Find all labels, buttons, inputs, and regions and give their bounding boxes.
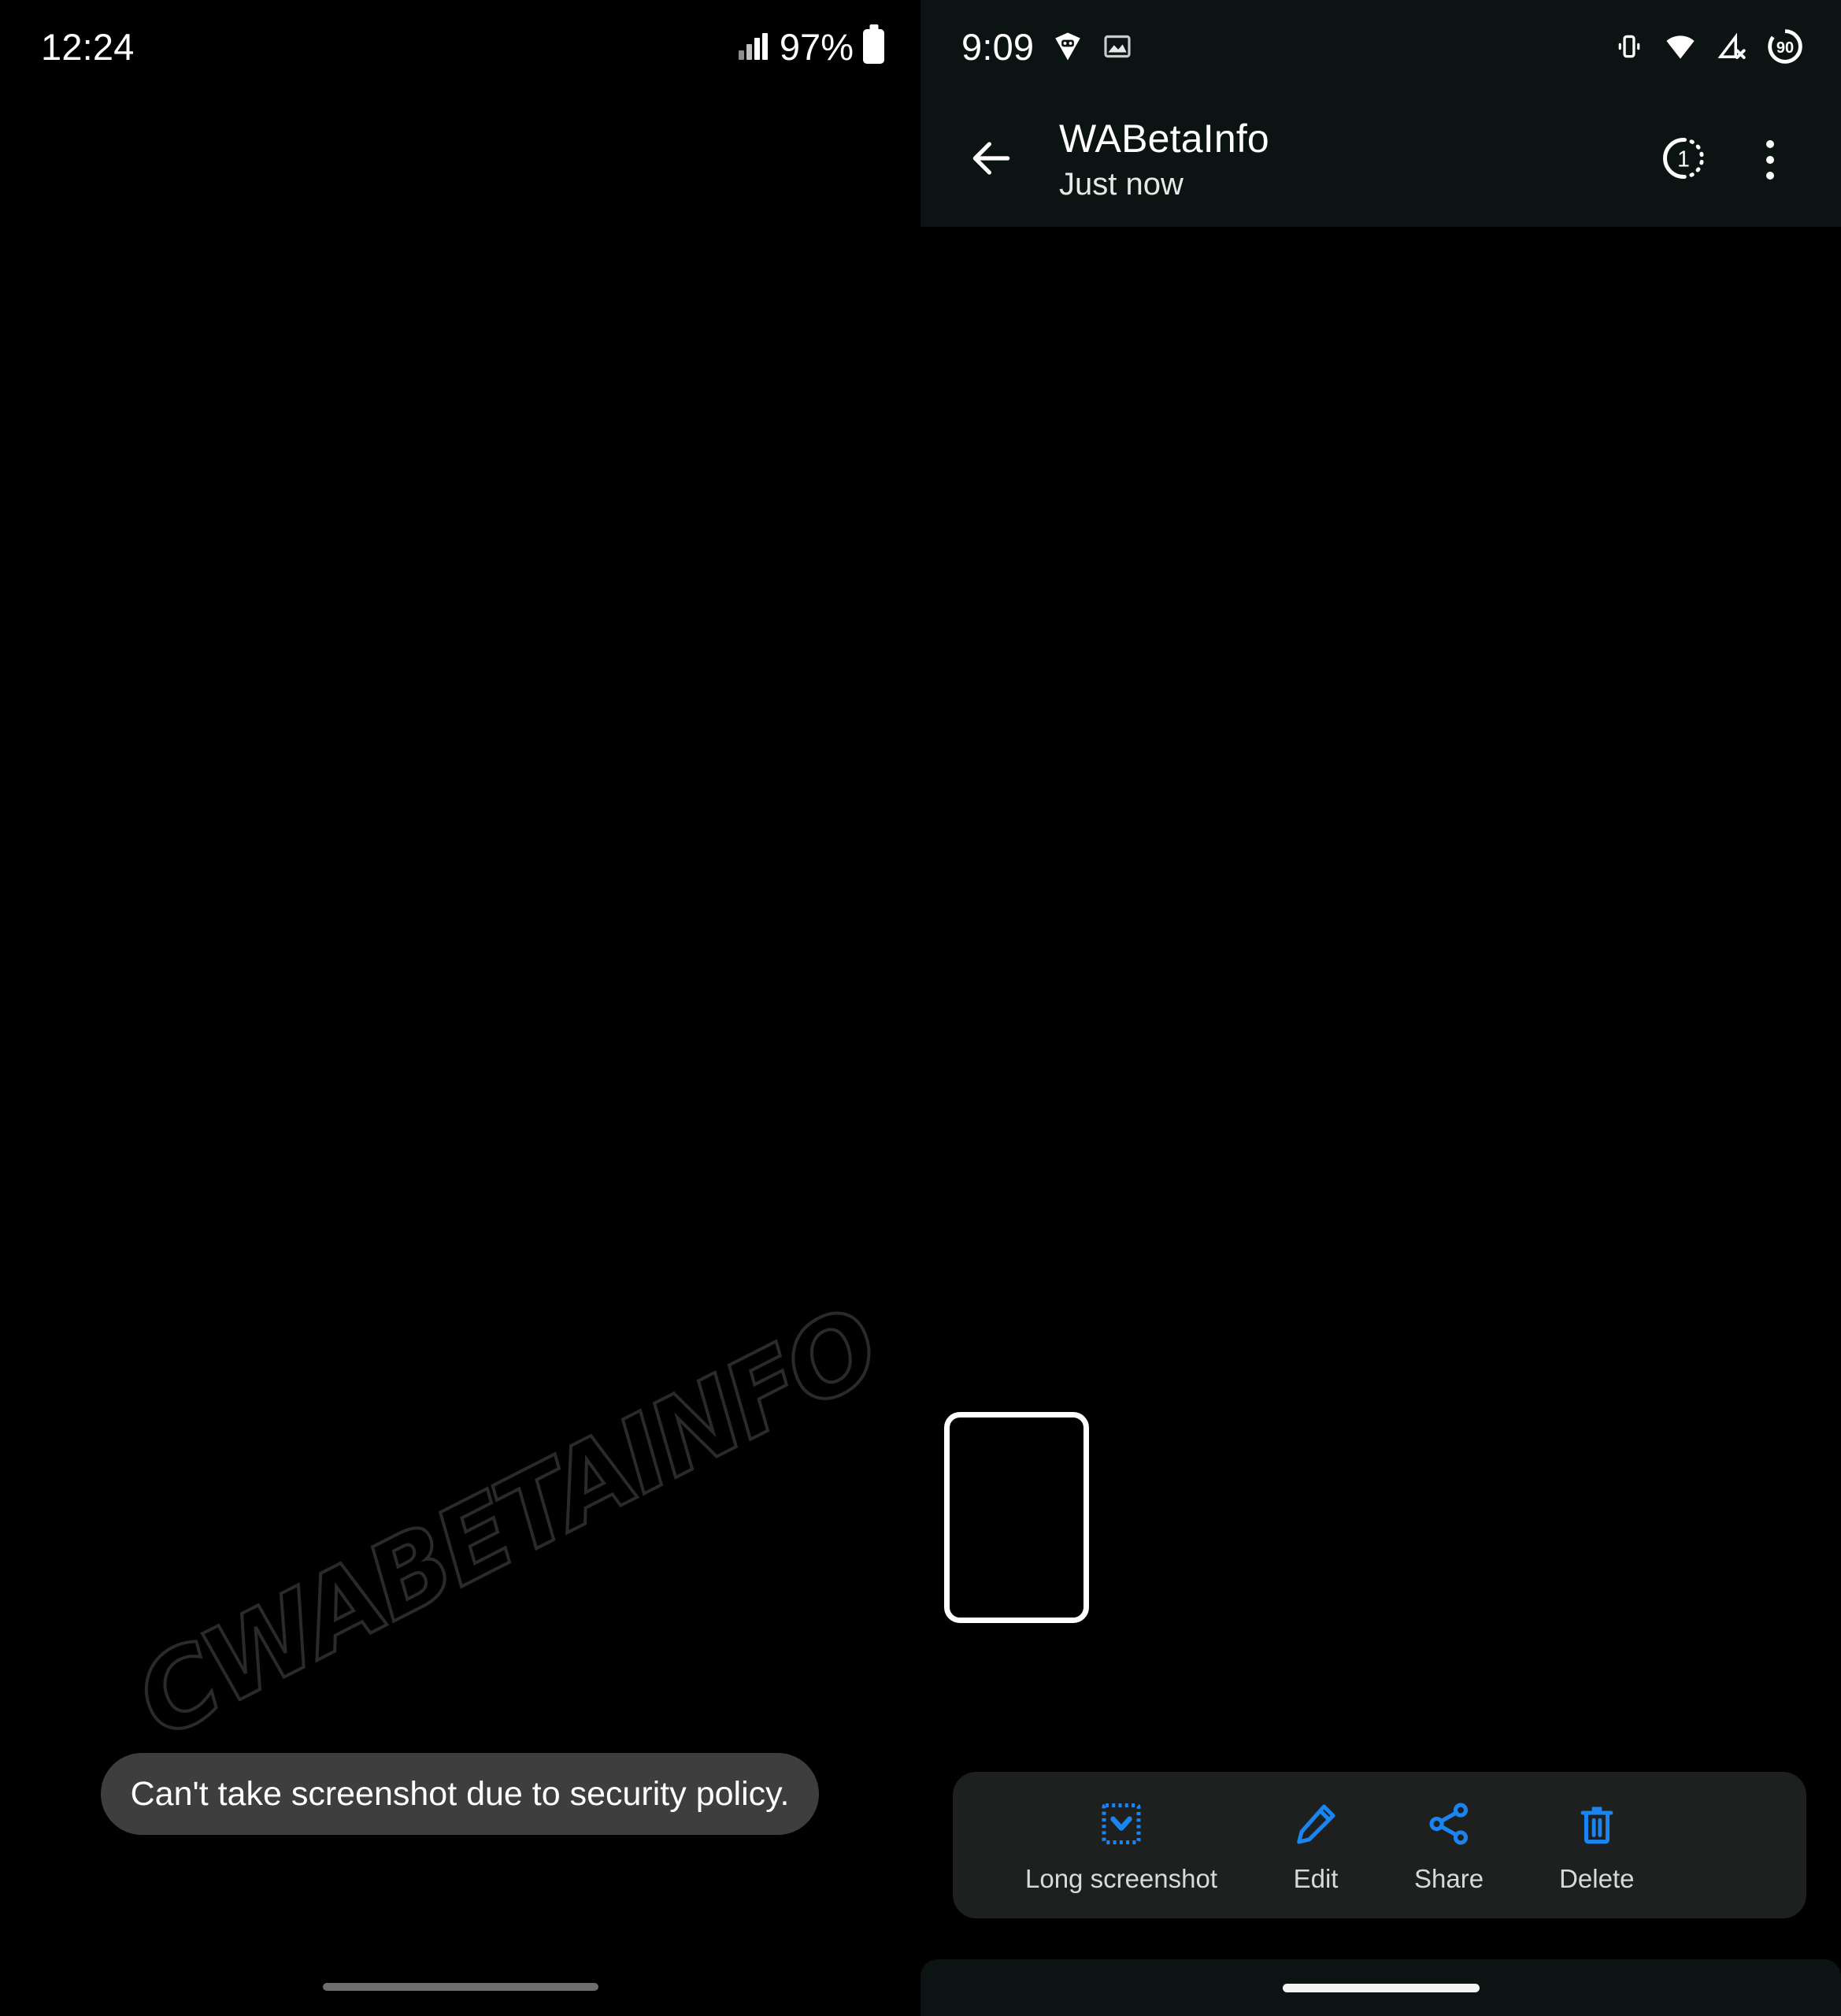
long-screenshot-icon	[1098, 1799, 1145, 1848]
view-once-top-bar: WABetaInfo Just now 1	[920, 93, 1841, 227]
status-bar-left-group: 9:09	[961, 28, 1133, 65]
battery-icon	[857, 29, 884, 64]
share-icon	[1426, 1799, 1472, 1848]
trash-icon	[1574, 1799, 1620, 1848]
photo-icon	[1102, 31, 1133, 62]
long-screenshot-label: Long screenshot	[1025, 1863, 1218, 1893]
vpn-shield-icon	[1051, 30, 1084, 63]
back-arrow-icon	[967, 134, 1016, 187]
screenshot-thumbnail[interactable]	[944, 1412, 1089, 1623]
right-navigation-bar	[920, 1959, 1841, 2016]
contact-timestamp: Just now	[1059, 167, 1184, 202]
edit-label: Edit	[1293, 1863, 1339, 1893]
screenshot-blocked-toast: Can't take screenshot due to security po…	[101, 1753, 819, 1835]
status-bar-left-group: 12:24	[41, 28, 135, 65]
left-status-bar: 12:24 97%	[0, 0, 920, 93]
signal-off-icon	[1715, 30, 1748, 63]
battery-circle-icon: 90	[1765, 27, 1805, 66]
home-gesture-pill[interactable]	[1282, 1983, 1480, 1992]
wabetainfo-watermark: CWABETAINFO	[117, 1284, 898, 1763]
back-button[interactable]	[954, 122, 1029, 198]
long-screenshot-button[interactable]: Long screenshot	[1025, 1799, 1217, 1892]
right-status-bar: 9:09 90	[920, 0, 1841, 93]
signal-bars-icon	[738, 33, 770, 60]
svg-text:90: 90	[1776, 39, 1794, 57]
toast-message: Can't take screenshot due to security po…	[130, 1774, 790, 1813]
screenshot-action-toolbar: Long screenshot Edit Share Delete	[953, 1772, 1806, 1918]
delete-label: Delete	[1559, 1863, 1635, 1893]
pencil-icon	[1293, 1799, 1339, 1848]
status-bar-right-group: 97%	[721, 28, 884, 65]
contact-name: WABetaInfo	[1059, 117, 1269, 161]
more-vert-icon	[1766, 136, 1774, 183]
svg-text:1: 1	[1677, 146, 1690, 172]
home-gesture-pill[interactable]	[322, 1983, 598, 1991]
right-phone-screen: 9:09 90 WABetaInfo Just now 1 Long scree…	[920, 0, 1841, 2016]
header-actions: 1	[1633, 124, 1806, 196]
edit-button[interactable]: Edit	[1293, 1799, 1339, 1892]
contact-titles: WABetaInfo Just now	[1059, 117, 1633, 203]
share-button[interactable]: Share	[1414, 1799, 1484, 1892]
status-clock: 9:09	[961, 25, 1035, 68]
battery-percent-label: 97%	[779, 25, 854, 68]
status-bar-right-group: 90	[1595, 27, 1805, 66]
left-phone-screen: 12:24 97% CWABETAINFO Can't take screens…	[0, 0, 920, 2016]
left-navigation-bar	[0, 1958, 920, 2016]
delete-button[interactable]: Delete	[1559, 1799, 1634, 1892]
view-once-icon: 1	[1659, 134, 1708, 187]
wifi-icon	[1663, 29, 1698, 64]
status-clock: 12:24	[41, 25, 135, 68]
vibrate-icon	[1613, 30, 1646, 63]
overflow-menu-button[interactable]	[1734, 124, 1806, 196]
share-label: Share	[1414, 1863, 1484, 1893]
view-once-button[interactable]: 1	[1647, 124, 1720, 196]
